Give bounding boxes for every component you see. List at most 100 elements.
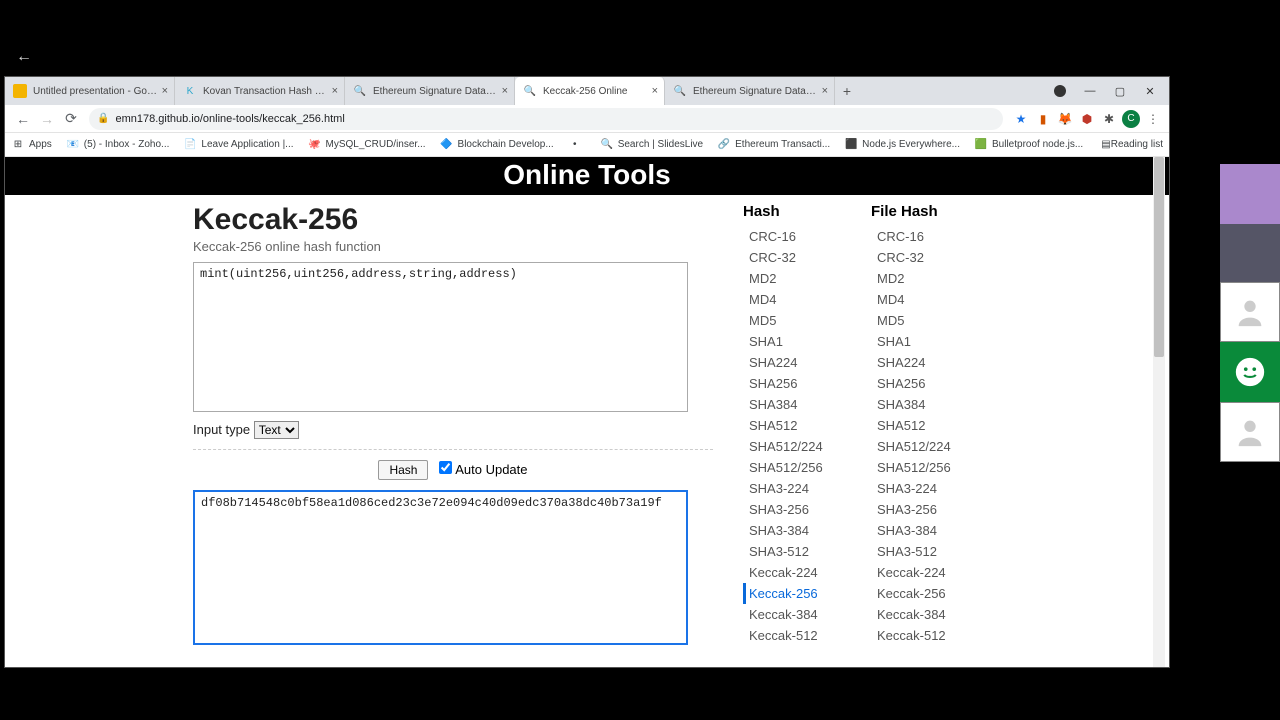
hash-algo-link[interactable]: MD5 — [871, 310, 991, 331]
nav-reload-button[interactable]: ⟳ — [59, 110, 83, 127]
window-minimize-button[interactable]: — — [1075, 77, 1105, 105]
tab-close-icon[interactable]: × — [502, 85, 508, 97]
hash-algo-link[interactable]: SHA3-512 — [871, 541, 991, 562]
hash-algo-link[interactable]: SHA3-224 — [871, 478, 991, 499]
tab-close-icon[interactable]: × — [162, 85, 168, 97]
window-maximize-button[interactable]: ▢ — [1105, 77, 1135, 105]
hash-algo-link[interactable]: SHA1 — [871, 331, 991, 352]
tab-close-icon[interactable]: × — [652, 85, 658, 97]
bookmark-star-icon[interactable]: ★ — [1011, 109, 1031, 129]
hash-algo-link[interactable]: SHA512/256 — [871, 457, 991, 478]
browser-tab[interactable]: 🔍Ethereum Signature Database× — [665, 77, 835, 105]
bookmark-item[interactable]: 📧(5) - Inbox - Zoho... — [66, 138, 170, 152]
hash-algo-link[interactable]: SHA512/224 — [743, 436, 863, 457]
bookmark-item[interactable]: 🔷Blockchain Develop... — [440, 138, 554, 152]
auto-update-checkbox[interactable] — [439, 461, 452, 474]
hash-algo-link[interactable]: Keccak-384 — [871, 604, 991, 625]
bookmark-item[interactable]: ⊞Apps — [11, 138, 52, 152]
bookmark-favicon: 📄 — [183, 138, 197, 152]
bookmark-label: Bulletproof node.js... — [992, 139, 1083, 150]
hash-algo-link[interactable]: Keccak-224 — [871, 562, 991, 583]
hash-algo-link[interactable]: SHA256 — [871, 373, 991, 394]
hash-algo-link[interactable]: CRC-32 — [743, 247, 863, 268]
hash-algo-link[interactable]: Keccak-512 — [743, 625, 863, 646]
overlay-back-icon[interactable]: ← — [16, 48, 32, 66]
tab-favicon: K — [183, 84, 197, 98]
participant-video-2[interactable] — [1220, 224, 1280, 282]
tab-title: Untitled presentation - Google S — [33, 86, 158, 97]
hash-algo-link[interactable]: SHA512/224 — [871, 436, 991, 457]
page-title: Keccak-256 — [193, 203, 713, 237]
hash-algo-link[interactable]: SHA3-512 — [743, 541, 863, 562]
input-type-select[interactable]: Text — [254, 421, 299, 439]
hash-algo-link[interactable]: MD4 — [871, 289, 991, 310]
person-icon — [1233, 295, 1267, 329]
bookmark-item[interactable]: ⬛Node.js Everywhere... — [844, 138, 960, 152]
hash-algo-link[interactable]: SHA1 — [743, 331, 863, 352]
address-bar[interactable]: 🔒 emn178.github.io/online-tools/keccak_2… — [89, 108, 1003, 130]
hash-algo-link[interactable]: CRC-16 — [743, 226, 863, 247]
bookmark-item[interactable]: 🔗Ethereum Transacti... — [717, 138, 830, 152]
browser-tab[interactable]: Untitled presentation - Google S × — [5, 77, 175, 105]
ext-icon-1[interactable]: ▮ — [1033, 109, 1053, 129]
hash-algo-link[interactable]: SHA384 — [871, 394, 991, 415]
browser-tab[interactable]: 🔍Ethereum Signature Database× — [345, 77, 515, 105]
nav-back-button[interactable]: ← — [11, 111, 35, 127]
ext-metamask-icon[interactable]: 🦊 — [1055, 109, 1075, 129]
bookmark-favicon: 🔷 — [440, 138, 454, 152]
bookmark-item[interactable]: 🔍Search | SlidesLive — [600, 138, 703, 152]
bookmark-favicon: ⬛ — [844, 138, 858, 152]
bookmark-item[interactable]: • — [568, 138, 586, 152]
hash-algo-link[interactable]: SHA3-384 — [871, 520, 991, 541]
hash-algo-link[interactable]: CRC-32 — [871, 247, 991, 268]
hash-algo-link[interactable]: MD4 — [743, 289, 863, 310]
browser-tab[interactable]: 🔍Keccak-256 Online× — [515, 77, 665, 105]
ext-ublock-icon[interactable]: ⬢ — [1077, 109, 1097, 129]
bookmark-favicon: ⊞ — [11, 138, 25, 152]
hash-algo-link[interactable]: SHA256 — [743, 373, 863, 394]
ext-record-icon[interactable] — [1045, 77, 1075, 105]
window-close-button[interactable]: ✕ — [1135, 77, 1165, 105]
hash-algo-link[interactable]: Keccak-224 — [743, 562, 863, 583]
browser-tab[interactable]: KKovan Transaction Hash (Txhash)× — [175, 77, 345, 105]
hash-algo-link[interactable]: Keccak-256 — [871, 583, 991, 604]
hash-algo-link[interactable]: MD2 — [743, 268, 863, 289]
participant-placeholder-5[interactable] — [1220, 402, 1280, 462]
bookmark-item[interactable]: 🐙MySQL_CRUD/inser... — [308, 138, 426, 152]
hash-algo-link[interactable]: SHA512 — [743, 415, 863, 436]
hash-algo-link[interactable]: SHA3-256 — [871, 499, 991, 520]
profile-avatar[interactable]: C — [1121, 109, 1141, 129]
chrome-menu-icon[interactable]: ⋮ — [1143, 109, 1163, 129]
nav-forward-button[interactable]: → — [35, 111, 59, 127]
hash-algo-link[interactable]: SHA3-384 — [743, 520, 863, 541]
participant-placeholder-3[interactable] — [1220, 282, 1280, 342]
browser-window: Untitled presentation - Google S×KKovan … — [4, 76, 1170, 668]
page-scrollbar[interactable] — [1153, 157, 1165, 667]
hash-algo-link[interactable]: Keccak-384 — [743, 604, 863, 625]
hash-algo-link[interactable]: SHA224 — [743, 352, 863, 373]
hash-button[interactable]: Hash — [378, 460, 428, 480]
hash-algo-link[interactable]: SHA512 — [871, 415, 991, 436]
participant-active-4[interactable] — [1220, 342, 1280, 402]
tab-close-icon[interactable]: × — [822, 85, 828, 97]
bookmark-item[interactable]: 🟩Bulletproof node.js... — [974, 138, 1083, 152]
hash-algo-link[interactable]: SHA384 — [743, 394, 863, 415]
participant-video-1[interactable] — [1220, 164, 1280, 224]
extensions-icon[interactable]: ✱ — [1099, 109, 1119, 129]
tab-close-icon[interactable]: × — [332, 85, 338, 97]
input-textarea[interactable] — [193, 262, 688, 412]
new-tab-button[interactable]: + — [835, 83, 859, 99]
hash-algo-link[interactable]: CRC-16 — [871, 226, 991, 247]
bookmark-item[interactable]: 📄Leave Application |... — [183, 138, 293, 152]
hash-algo-link[interactable]: SHA3-224 — [743, 478, 863, 499]
hash-algo-link[interactable]: Keccak-256 — [743, 583, 863, 604]
scrollbar-thumb[interactable] — [1154, 157, 1164, 357]
hash-algo-link[interactable]: MD2 — [871, 268, 991, 289]
reading-list-button[interactable]: ▤ Reading list — [1101, 139, 1163, 150]
hash-algo-link[interactable]: Keccak-512 — [871, 625, 991, 646]
hash-algo-link[interactable]: MD5 — [743, 310, 863, 331]
hash-algo-link[interactable]: SHA3-256 — [743, 499, 863, 520]
hash-algo-link[interactable]: SHA224 — [871, 352, 991, 373]
hash-algo-link[interactable]: SHA512/256 — [743, 457, 863, 478]
output-textarea[interactable] — [193, 490, 688, 645]
